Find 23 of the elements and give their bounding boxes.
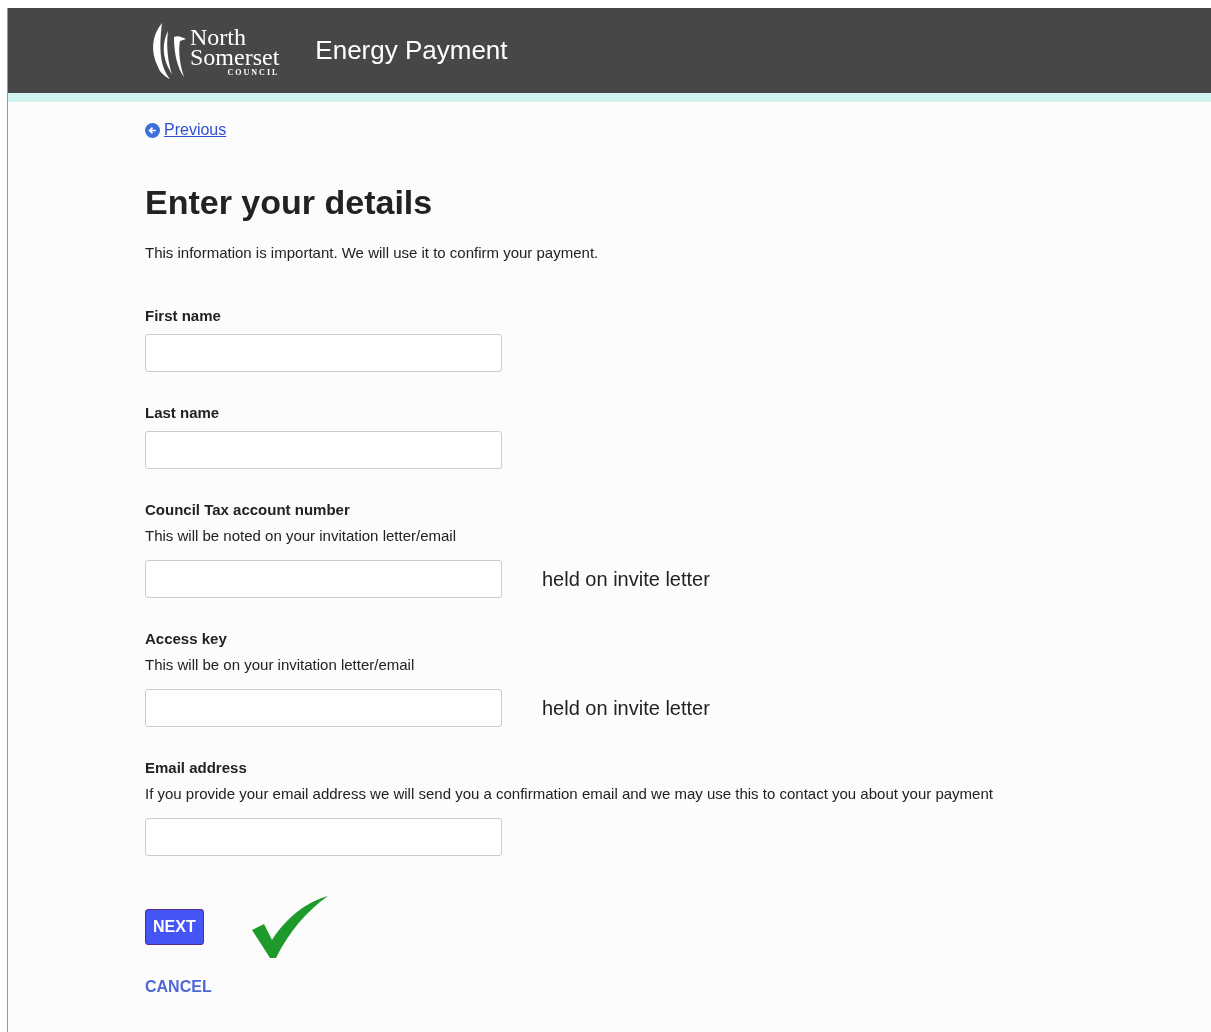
annotation-note: held on invite letter xyxy=(542,567,710,591)
input-field[interactable] xyxy=(145,689,502,727)
field-label: Email address xyxy=(145,759,248,776)
page-heading: Enter your details xyxy=(145,183,434,222)
input-field[interactable] xyxy=(145,334,502,372)
field-label: First name xyxy=(145,307,222,324)
field-label: Council Tax account number xyxy=(145,501,351,518)
input-field[interactable] xyxy=(145,431,502,469)
previous-link[interactable]: Previous xyxy=(164,121,227,139)
field-hint: This will be noted on your invitation letter/email xyxy=(145,527,457,544)
next-button[interactable]: NEXT xyxy=(145,909,204,945)
site-title: Energy Payment xyxy=(315,35,508,66)
logo-text: COUNCIL xyxy=(227,68,280,77)
intro-text: This information is important. We will use it to confirm your payment. xyxy=(145,244,600,261)
cancel-link[interactable]: CANCEL xyxy=(145,978,212,996)
annotation-note: held on invite letter xyxy=(542,696,710,720)
input-field[interactable] xyxy=(145,818,502,856)
field-hint: This will be on your invitation letter/email xyxy=(145,656,416,673)
field-label: Last name xyxy=(145,404,221,421)
checkmark-icon xyxy=(251,896,328,958)
field-hint: If you provide your email address we will send you a confirmation email and we may use this to contact you about your payment xyxy=(145,785,994,802)
field-label: Access key xyxy=(145,630,228,647)
input-field[interactable] xyxy=(145,560,502,598)
